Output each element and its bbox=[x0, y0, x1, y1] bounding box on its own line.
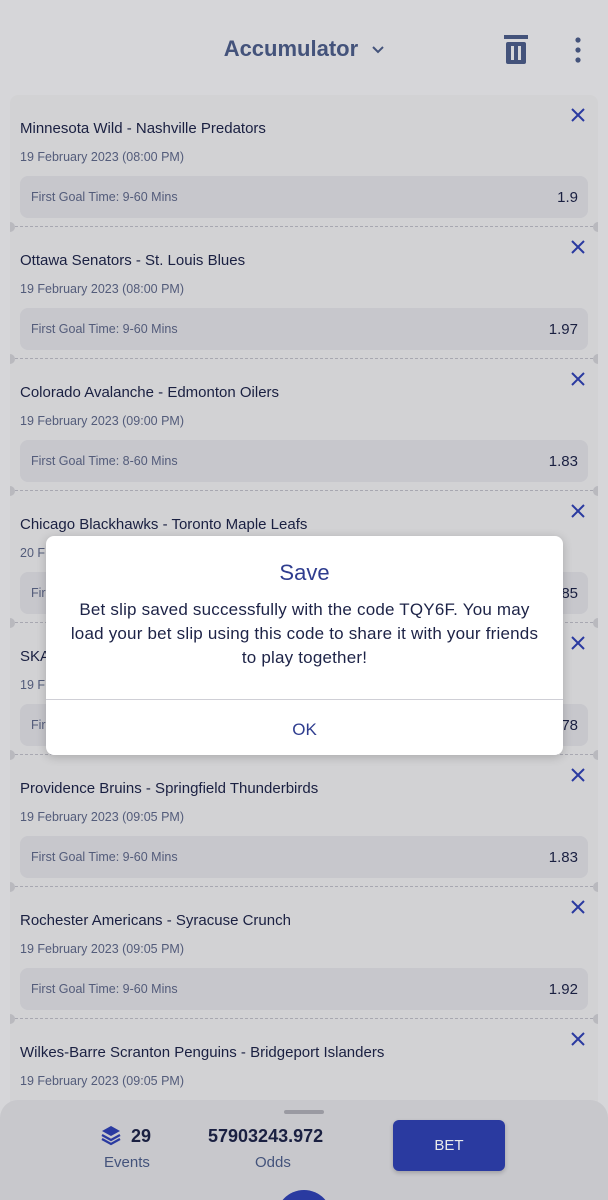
dialog-message: Bet slip saved successfully with the cod… bbox=[70, 600, 539, 667]
dialog-title: Save bbox=[279, 560, 330, 585]
ok-button[interactable]: OK bbox=[46, 720, 563, 740]
save-dialog: Save Bet slip saved successfully with th… bbox=[46, 536, 563, 755]
dialog-divider bbox=[46, 699, 563, 700]
